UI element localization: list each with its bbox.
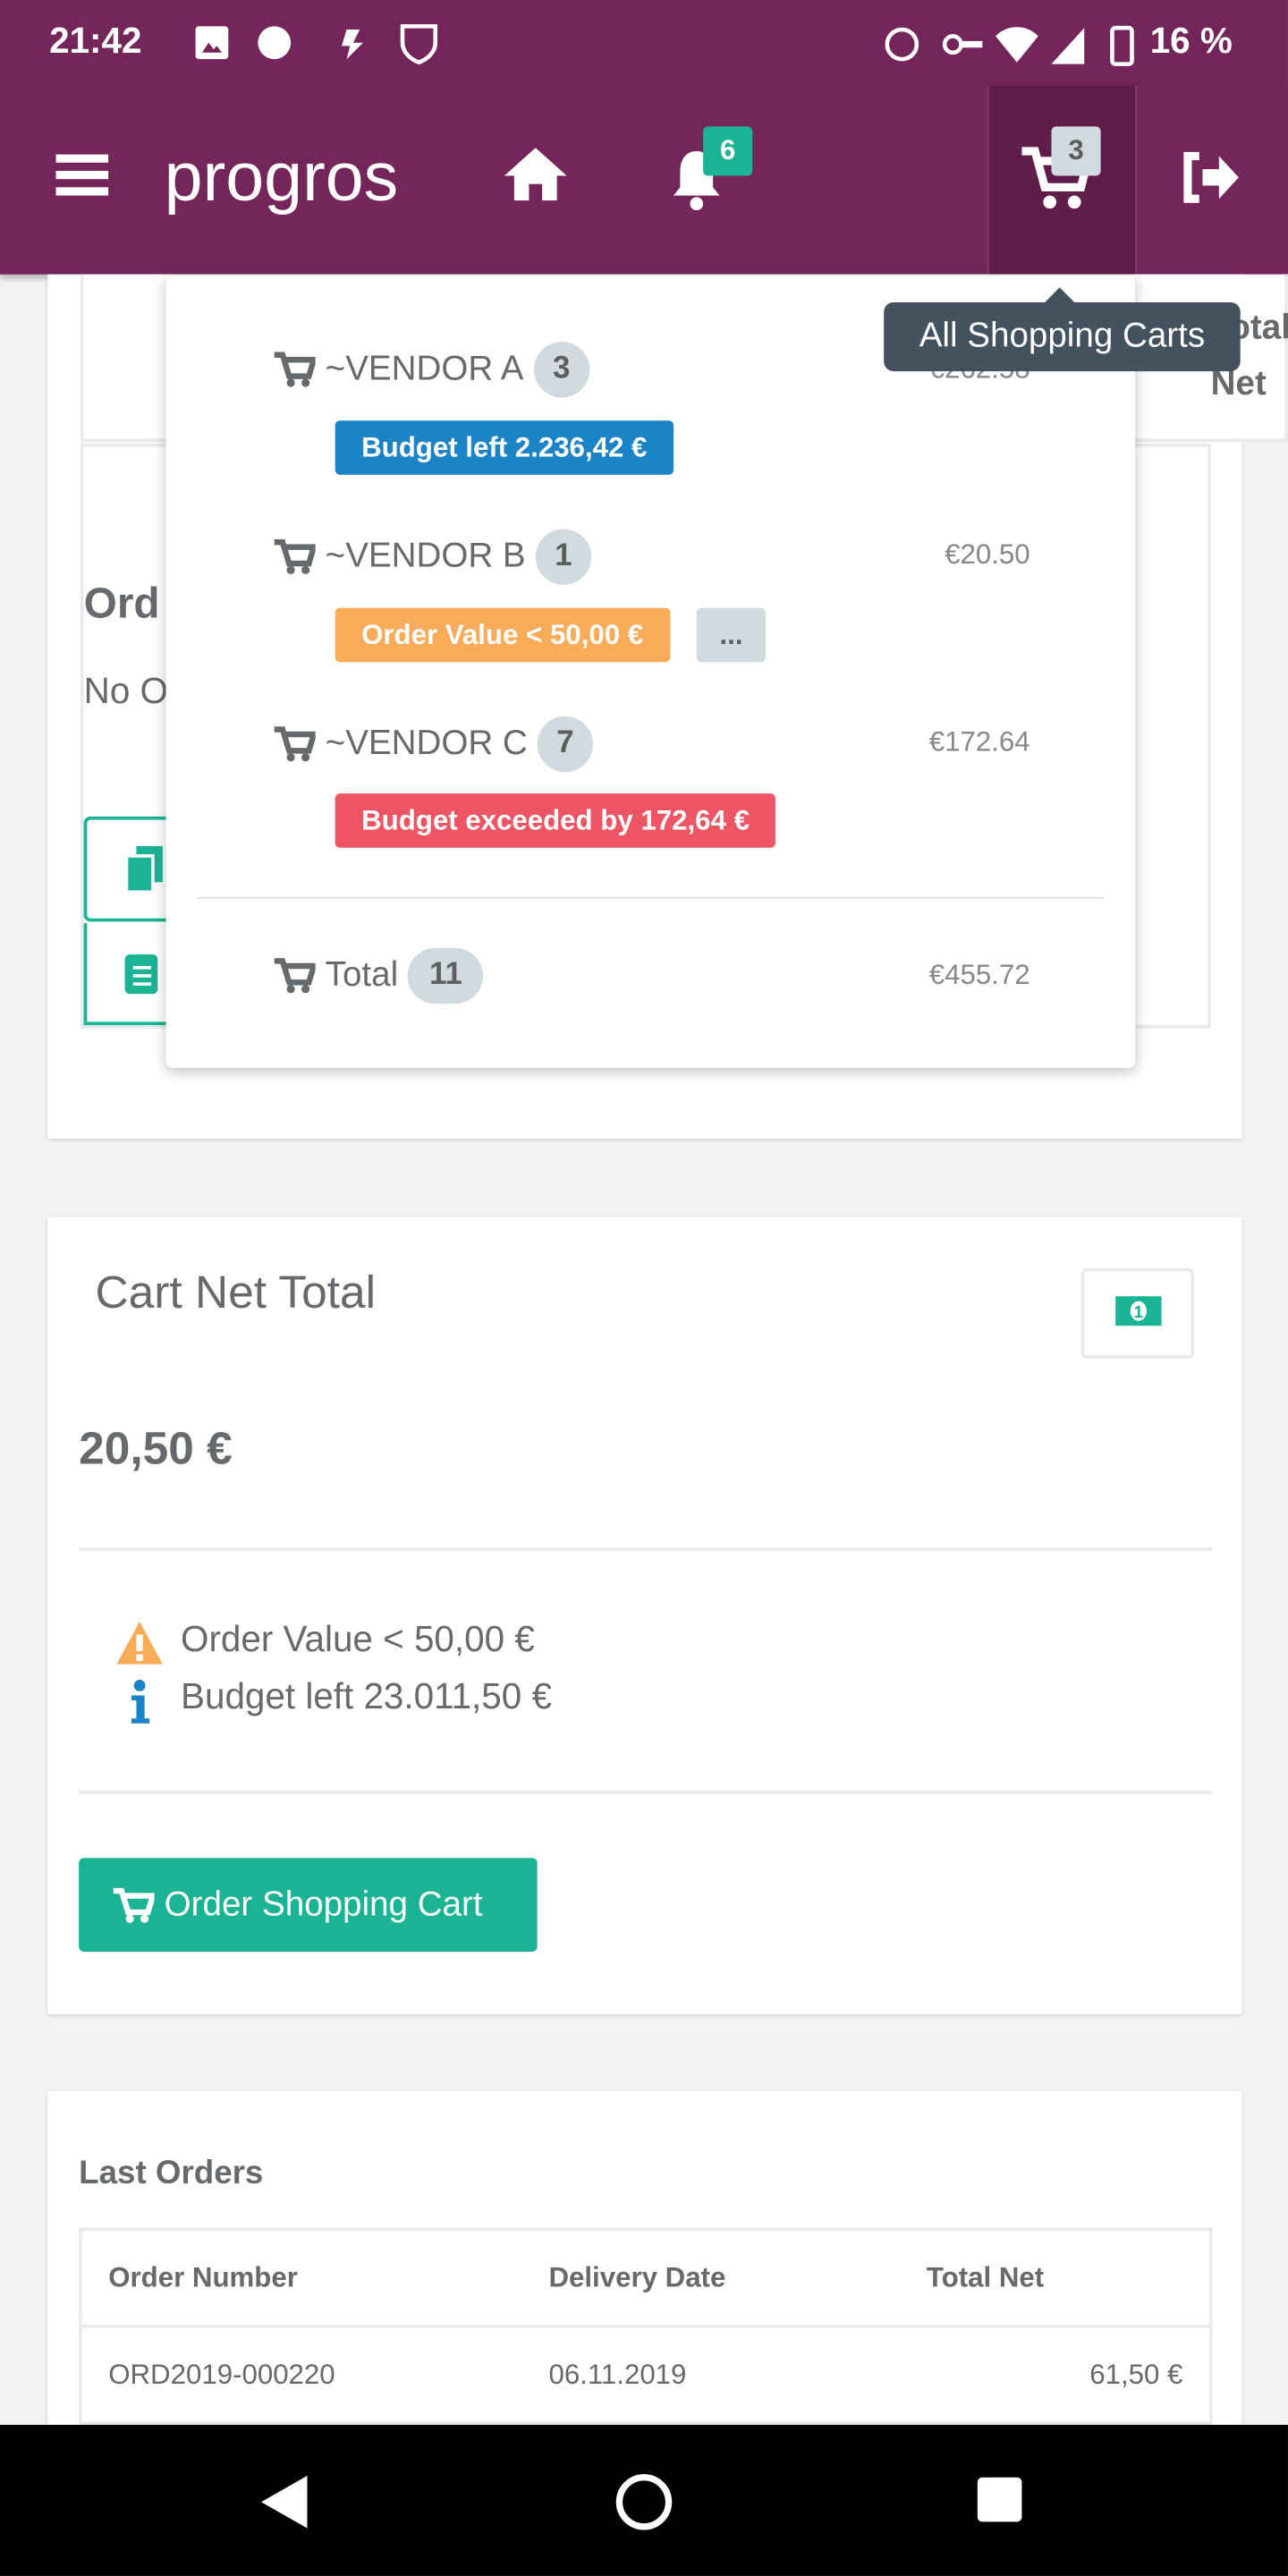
item-count-badge: 7 (537, 716, 594, 773)
item-count-badge: 1 (535, 529, 592, 585)
tooltip: All Shopping Carts (884, 301, 1241, 372)
home-icon[interactable] (501, 145, 570, 204)
order-shopping-cart-button[interactable]: Order Shopping Cart (79, 1858, 538, 1952)
warning-icon (116, 1621, 163, 1665)
divider (79, 1791, 1213, 1794)
budget-exceeded-label: Budget exceeded by 172,64 € (335, 793, 776, 848)
status-system-icons (885, 25, 1134, 66)
status-bar: 21:42 16 % (0, 0, 1288, 86)
clipboard-list-icon (124, 954, 158, 995)
tooltip-text: All Shopping Carts (919, 317, 1206, 355)
status-notification-icons (195, 24, 438, 65)
total-count-badge: 11 (408, 947, 484, 1004)
cart-icon (274, 538, 316, 574)
top-navbar: progros 6 3 (0, 85, 1288, 275)
svg-text:1: 1 (1134, 1302, 1143, 1321)
vendor-price: €20.50 (945, 538, 1030, 571)
copy-icon (124, 845, 163, 894)
cart-net-total-amount: 20,50 € (79, 1422, 233, 1474)
cart-item-vendor-c[interactable]: ~VENDOR C 7 (273, 716, 594, 773)
delivery-date: 06.11.2019 (548, 2358, 687, 2390)
cart-item-vendor-b[interactable]: ~VENDOR B 1 (273, 529, 592, 585)
divider (79, 1547, 1213, 1551)
cart-dropdown-menu: ~VENDOR A 3 €262.58 Budget left 2.236,42… (165, 275, 1136, 1068)
vendor-name: ~VENDOR C (325, 724, 528, 763)
divider (197, 896, 1105, 899)
item-count-badge: 3 (533, 342, 590, 398)
home-circle-icon[interactable] (613, 2470, 675, 2533)
cart-icon (274, 726, 316, 762)
column-order-number[interactable]: Order Number (80, 2229, 548, 2326)
order-number[interactable]: ORD2019-000220 (80, 2326, 548, 2423)
orders-heading: Ord (83, 578, 160, 628)
cart-icon (274, 352, 316, 387)
back-icon[interactable] (258, 2474, 310, 2529)
budget-left-label: Budget left 2.236,42 € (335, 420, 674, 475)
cart-total-item[interactable]: Total 11 (273, 947, 484, 1004)
cart-count-badge: 3 (1051, 126, 1101, 176)
cart-net-total-card: Cart Net Total 1 20,50 € Order Value < 5… (47, 1216, 1242, 2014)
vendor-name: ~VENDOR A (325, 350, 524, 388)
money-button[interactable]: 1 (1080, 1267, 1195, 1359)
notification-badge: 6 (703, 126, 753, 176)
shopping-cart-button[interactable]: 3 (987, 85, 1137, 275)
vendor-price: €172.64 (928, 725, 1030, 758)
cart-icon (274, 958, 316, 994)
order-value-label: Order Value < 50,00 € (335, 607, 670, 663)
orders-empty-text: No O (83, 670, 169, 712)
vendor-name: ~VENDOR B (325, 537, 526, 575)
total-label: Total (325, 955, 399, 995)
brand-logo[interactable]: progros (165, 138, 399, 216)
table-header-row: Order Number Delivery Date Total Net (80, 2229, 1211, 2326)
table-row[interactable]: ORD2019-000220 06.11.2019 61,50 € (80, 2326, 1211, 2424)
cart-item-vendor-a[interactable]: ~VENDOR A 3 (273, 342, 590, 398)
android-nav-bar (0, 2424, 1288, 2576)
order-shopping-cart-label: Order Shopping Cart (164, 1885, 483, 1923)
more-labels-button[interactable]: ... (696, 607, 767, 663)
total-price: €455.72 (928, 959, 1030, 991)
last-orders-title: Last Orders (79, 2155, 264, 2192)
column-total-net[interactable]: Total Net (927, 2229, 1211, 2326)
recents-icon[interactable] (976, 2476, 1025, 2525)
order-value-warning: Order Value < 50,00 € (181, 1618, 535, 1660)
hamburger-menu-icon[interactable] (55, 151, 109, 200)
status-time: 21:42 (49, 20, 142, 61)
total-net: 61,50 € (1089, 2358, 1183, 2390)
column-delivery-date[interactable]: Delivery Date (548, 2229, 926, 2326)
tooltip-arrow (1045, 287, 1075, 302)
logout-icon[interactable] (1180, 151, 1242, 204)
money-bill-icon: 1 (1115, 1296, 1162, 1326)
budget-left-info: Budget left 23.011,50 € (181, 1675, 552, 1717)
info-icon (131, 1680, 150, 1724)
cart-icon (113, 1886, 155, 1922)
battery-level: 16 % (1149, 20, 1233, 61)
cart-net-total-title: Cart Net Total (95, 1267, 377, 1318)
